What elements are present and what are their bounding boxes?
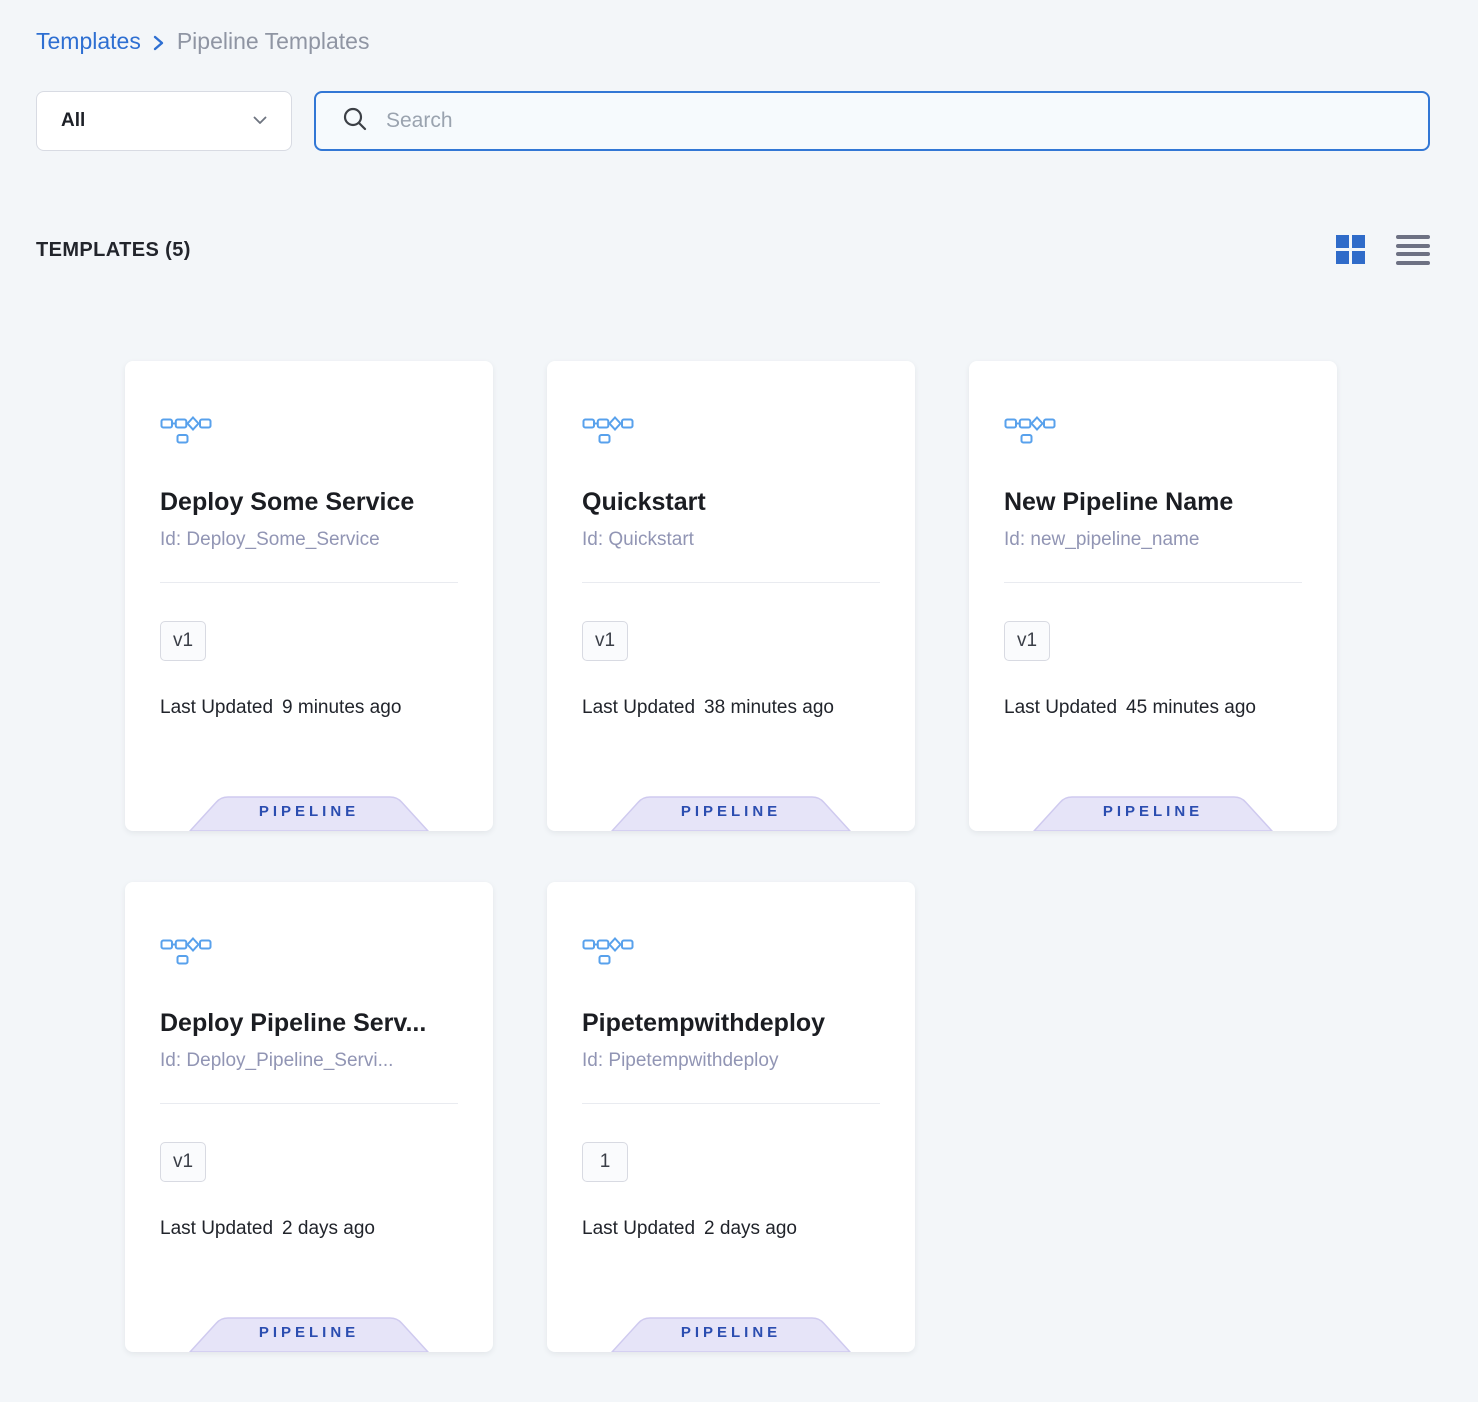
pipeline-icon [1004, 413, 1056, 444]
template-id: Id: Quickstart [582, 529, 880, 551]
template-card[interactable]: Pipetempwithdeploy Id: Pipetempwithdeplo… [547, 882, 915, 1352]
templates-grid: Deploy Some Service Id: Deploy_Some_Serv… [125, 361, 1478, 1352]
breadcrumb: Templates Pipeline Templates [0, 0, 1478, 55]
last-updated-label: Last Updated [160, 1218, 273, 1240]
filter-bar: All [36, 91, 1430, 151]
pipeline-type-label: PIPELINE [611, 1324, 851, 1341]
pipeline-type-badge: PIPELINE [611, 794, 851, 831]
pipeline-type-badge: PIPELINE [611, 1315, 851, 1352]
search-icon [342, 106, 368, 137]
version-badge: v1 [160, 621, 206, 661]
last-updated-label: Last Updated [1004, 697, 1117, 719]
scope-dropdown-value: All [61, 110, 85, 132]
divider [160, 1103, 458, 1104]
list-view-icon[interactable] [1396, 235, 1430, 265]
template-id: Id: Deploy_Pipeline_Servi... [160, 1050, 458, 1072]
last-updated-value: 38 minutes ago [704, 697, 834, 719]
divider [1004, 582, 1302, 583]
last-updated: Last Updated 2 days ago [582, 1218, 880, 1240]
version-badge: v1 [160, 1142, 206, 1182]
template-id: Id: new_pipeline_name [1004, 529, 1302, 551]
template-card[interactable]: Deploy Pipeline Serv... Id: Deploy_Pipel… [125, 882, 493, 1352]
last-updated-value: 2 days ago [282, 1218, 375, 1240]
template-card[interactable]: New Pipeline Name Id: new_pipeline_name … [969, 361, 1337, 831]
divider [160, 582, 458, 583]
pipeline-type-badge: PIPELINE [189, 794, 429, 831]
pipeline-type-label: PIPELINE [189, 1324, 429, 1341]
last-updated: Last Updated 2 days ago [160, 1218, 458, 1240]
pipeline-type-badge: PIPELINE [189, 1315, 429, 1352]
template-title: Quickstart [582, 488, 880, 517]
pipeline-icon [582, 934, 634, 965]
template-card[interactable]: Quickstart Id: Quickstart v1 Last Update… [547, 361, 915, 831]
last-updated-label: Last Updated [160, 697, 273, 719]
template-id: Id: Deploy_Some_Service [160, 529, 458, 551]
pipeline-icon [582, 413, 634, 444]
last-updated-value: 9 minutes ago [282, 697, 401, 719]
last-updated: Last Updated 45 minutes ago [1004, 697, 1302, 719]
search-input[interactable] [386, 109, 1402, 133]
pipeline-type-label: PIPELINE [611, 803, 851, 820]
last-updated: Last Updated 38 minutes ago [582, 697, 880, 719]
version-badge: v1 [1004, 621, 1050, 661]
scope-dropdown[interactable]: All [36, 91, 292, 151]
last-updated-label: Last Updated [582, 1218, 695, 1240]
template-title: Pipetempwithdeploy [582, 1009, 880, 1038]
pipeline-type-label: PIPELINE [189, 803, 429, 820]
section-title: TEMPLATES (5) [36, 239, 191, 262]
chevron-right-icon [153, 34, 165, 52]
divider [582, 1103, 880, 1104]
last-updated-value: 45 minutes ago [1126, 697, 1256, 719]
pipeline-icon [160, 934, 212, 965]
last-updated-label: Last Updated [582, 697, 695, 719]
template-card[interactable]: Deploy Some Service Id: Deploy_Some_Serv… [125, 361, 493, 831]
breadcrumb-current: Pipeline Templates [177, 28, 370, 55]
grid-view-icon[interactable] [1336, 235, 1366, 265]
divider [582, 582, 880, 583]
section-header: TEMPLATES (5) [36, 235, 1430, 265]
version-badge: v1 [582, 621, 628, 661]
last-updated: Last Updated 9 minutes ago [160, 697, 458, 719]
template-title: New Pipeline Name [1004, 488, 1302, 517]
view-toggles [1336, 235, 1430, 265]
pipeline-type-badge: PIPELINE [1033, 794, 1273, 831]
template-id: Id: Pipetempwithdeploy [582, 1050, 880, 1072]
search-box[interactable] [314, 91, 1430, 151]
template-title: Deploy Some Service [160, 488, 458, 517]
pipeline-icon [160, 413, 212, 444]
chevron-down-icon [253, 112, 267, 130]
template-title: Deploy Pipeline Serv... [160, 1009, 458, 1038]
version-badge: 1 [582, 1142, 628, 1182]
last-updated-value: 2 days ago [704, 1218, 797, 1240]
breadcrumb-templates-link[interactable]: Templates [36, 28, 141, 55]
pipeline-type-label: PIPELINE [1033, 803, 1273, 820]
